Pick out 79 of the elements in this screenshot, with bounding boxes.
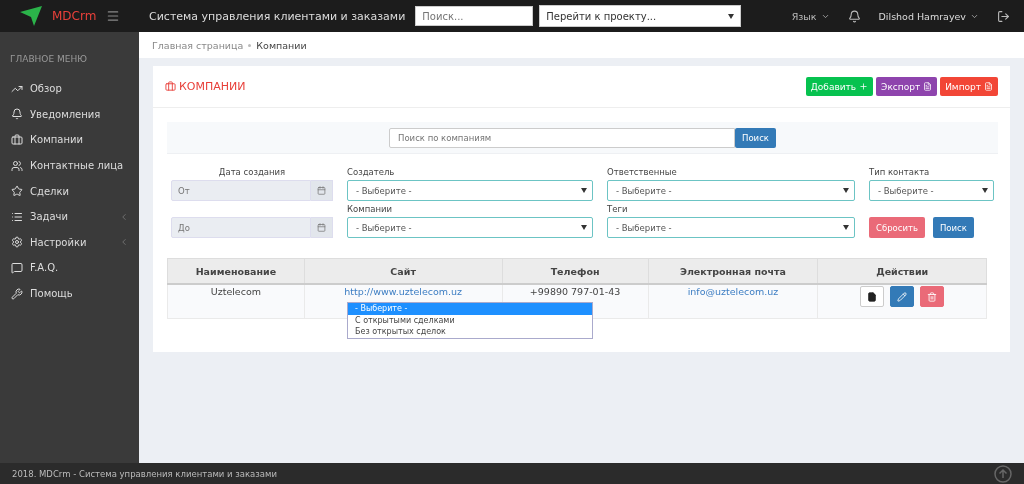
app-title: Система управления клиентами и заказами — [149, 9, 406, 23]
select-field[interactable]: - Выберите - — [607, 217, 855, 238]
edit-button[interactable] — [890, 286, 915, 307]
field-label: Дата создания — [217, 166, 287, 179]
column-header: Телефон — [502, 258, 649, 284]
brand-name: MDCrm — [52, 9, 97, 23]
email-link[interactable]: info@uztelecom.uz — [687, 286, 779, 297]
column-header: Электронная почта — [648, 258, 818, 284]
select-field[interactable]: - Выберите - — [347, 180, 593, 201]
import-button[interactable]: Импорт — [940, 77, 998, 96]
language-menu[interactable]: Язык — [791, 10, 817, 22]
sidebar-item[interactable]: Сделки — [30, 185, 129, 197]
project-select[interactable]: Перейти к проекту... — [539, 5, 742, 27]
date-field[interactable]: До — [171, 217, 311, 238]
calendar-icon — [317, 223, 326, 232]
caret-icon — [982, 188, 988, 193]
pencil-icon — [897, 291, 908, 302]
caret-icon — [581, 225, 587, 230]
logout-icon[interactable] — [997, 9, 1010, 23]
logo-icon — [20, 6, 42, 26]
search-field[interactable]: Поиск... — [415, 6, 534, 26]
delete-button[interactable] — [920, 286, 945, 307]
chat-icon — [11, 261, 23, 274]
users-icon — [11, 159, 23, 172]
wrench-icon — [11, 287, 23, 300]
menu-heading: ГЛАВНОЕ МЕНЮ — [9, 53, 88, 66]
breadcrumb-separator — [248, 43, 252, 47]
briefcase-icon — [11, 134, 23, 146]
field-label: Компании — [347, 203, 394, 216]
select-field[interactable]: - Выберите - — [347, 217, 593, 238]
field-label: Ответственные — [607, 166, 678, 179]
calendar-button[interactable] — [311, 180, 333, 201]
settings-icon — [11, 236, 23, 249]
sidebar-item[interactable]: F.A.Q. — [30, 262, 129, 274]
file-icon — [923, 82, 933, 91]
date-field[interactable]: От — [171, 180, 311, 201]
menu-icon[interactable] — [106, 9, 121, 23]
document-icon — [867, 291, 878, 302]
bell-icon[interactable] — [847, 9, 861, 23]
briefcase-icon — [165, 81, 176, 92]
caret-icon — [581, 188, 587, 193]
trash-icon — [927, 291, 938, 302]
calendar-button[interactable] — [311, 217, 333, 238]
user-menu[interactable]: Dilshod Hamrayev — [878, 10, 966, 22]
column-header: Наименование — [167, 258, 305, 284]
company-search-field[interactable]: Поиск по компаниям — [389, 127, 736, 148]
footer-text: 2018. MDCrm - Система управления клиентами и заказами — [12, 468, 277, 479]
star-icon — [11, 185, 23, 198]
calendar-icon — [317, 186, 326, 195]
sidebar-item[interactable]: Уведомления — [30, 108, 129, 120]
sidebar-item[interactable]: Компании — [30, 134, 129, 146]
select-field[interactable]: - Выберите - — [607, 180, 855, 201]
view-button[interactable] — [860, 286, 885, 307]
search-button[interactable]: Поиск — [735, 127, 776, 148]
field-label: Теги — [607, 203, 629, 216]
caret-icon — [728, 13, 735, 19]
breadcrumb-link[interactable]: Главная страница — [152, 39, 244, 51]
bell-icon — [11, 108, 23, 121]
file-icon — [984, 82, 993, 91]
list-icon — [11, 210, 23, 223]
sidebar-item[interactable]: Настройки — [30, 236, 112, 248]
plus-icon — [859, 82, 869, 91]
column-header: Действии — [817, 258, 987, 284]
column-header: Сайт — [304, 258, 503, 284]
sidebar-item[interactable]: Задачи — [30, 211, 112, 223]
field-label: Тип контакта — [869, 166, 931, 179]
sidebar-item[interactable]: Помощь — [30, 288, 129, 300]
search-button[interactable]: Поиск — [932, 217, 974, 238]
sidebar-item[interactable]: Обзор — [30, 83, 129, 95]
caret-icon — [843, 225, 849, 230]
sidebar-item[interactable]: Контактные лица — [30, 160, 129, 172]
table-cell: Uztelecom — [167, 284, 305, 319]
scroll-up-icon[interactable] — [994, 464, 1012, 483]
export-button[interactable]: Экспорт — [876, 77, 938, 96]
caret-icon — [843, 188, 849, 193]
field-label: Создатель — [347, 166, 396, 179]
site-link[interactable]: http://www.uztelecom.uz — [344, 286, 463, 297]
page-title: КОМПАНИИ — [179, 80, 246, 93]
select-field[interactable]: - Выберите - — [869, 180, 994, 201]
